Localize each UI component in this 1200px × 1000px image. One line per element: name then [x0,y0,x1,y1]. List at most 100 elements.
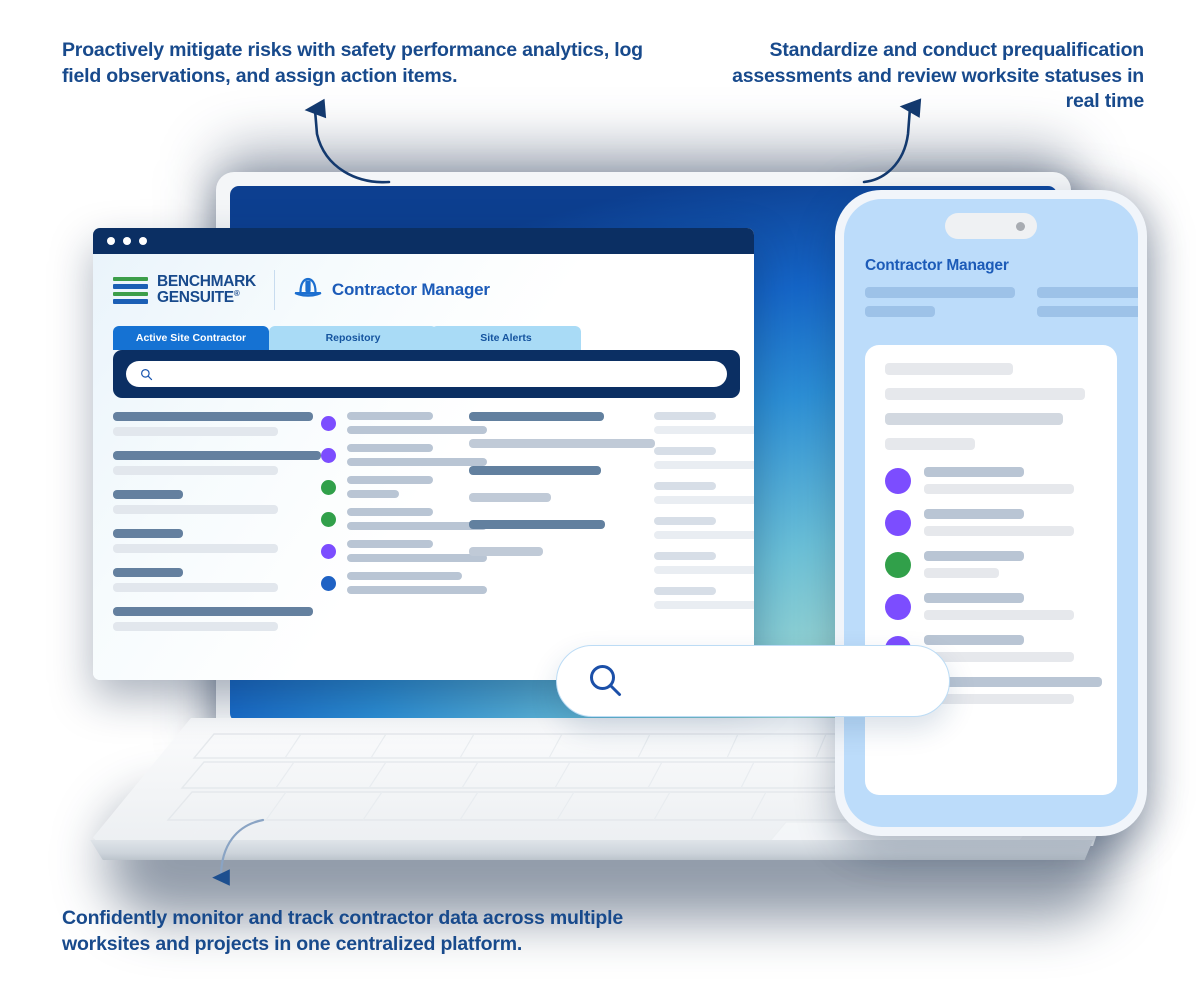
skeleton-bar [654,587,716,595]
table-row [654,447,754,469]
phone-card-skeleton [885,363,1097,450]
caption-bottom-left: Confidently monitor and track contractor… [62,907,623,955]
table-row [321,572,487,594]
maximize-dot-icon[interactable] [139,237,147,245]
phone-content-card [865,345,1117,795]
skeleton-bar [113,583,278,592]
app-header: BENCHMARK GENSUITE® Contractor Manager [93,254,754,326]
table-row [654,587,754,609]
close-dot-icon[interactable] [107,237,115,245]
table-row [113,568,321,592]
skeleton-bar [654,461,754,469]
caption-top-left: Proactively mitigate risks with safety p… [62,39,643,87]
skeleton-bar [347,540,433,548]
table-row [113,451,321,475]
page-title: Contractor Manager [331,280,490,299]
table-row [113,490,321,514]
skeleton-bar [469,520,605,529]
minimize-dot-icon[interactable] [123,237,131,245]
status-dot [321,415,336,431]
skeleton-bar [113,412,313,421]
skeleton-bar [924,484,1074,494]
skeleton-bar [347,572,462,580]
table-row [321,540,487,562]
skeleton-bar [885,413,1063,425]
search-icon [141,368,153,380]
skeleton-bar [469,547,543,556]
skeleton-bar [654,496,754,504]
table-row [654,412,754,434]
table-row [321,412,487,434]
skeleton-bar [347,444,433,452]
search-input[interactable] [126,361,727,387]
skeleton-bar [347,508,433,516]
list-item[interactable] [885,509,1097,536]
phone-page-title: Contractor Manager [865,257,1009,274]
skeleton-bar [924,568,999,578]
skeleton-bar [113,622,278,631]
list-item[interactable] [885,593,1097,620]
logo-wordmark: BENCHMARK GENSUITE® [157,274,256,306]
skeleton-bar [924,551,1024,561]
skeleton-bar [347,522,487,530]
tab-site-alerts[interactable]: Site Alerts [431,326,581,350]
table-row [113,412,321,436]
skeleton-column-name [113,412,321,631]
phone-mockup: Contractor Manager [835,190,1147,836]
skeleton-bar [113,568,183,577]
table-row [654,517,754,539]
phone-header-skeleton [865,287,1138,317]
header-divider [273,270,275,310]
tab-active-site-contractor[interactable]: Active Site Contractor [113,326,269,350]
window-titlebar [93,228,754,254]
skeleton-bar [113,490,183,499]
hard-hat-icon [293,275,323,306]
skeleton-bar [113,427,278,436]
skeleton-bar [113,544,278,553]
skeleton-bar [469,493,551,502]
table-row [654,482,754,504]
skeleton-bar [885,363,1013,375]
skeleton-bar [924,677,1102,687]
caption-top-right: Standardize and conduct prequalification… [732,39,1144,113]
table-row [321,476,469,498]
skeleton-bar [654,482,716,490]
skeleton-bar [654,447,716,455]
skeleton-bar [865,287,1015,298]
skeleton-bar [469,412,604,421]
table-row [321,444,487,466]
logo-line2: GENSUITE® [157,289,240,307]
skeleton-bar [347,476,433,484]
status-dot [321,479,336,495]
status-dot [885,551,911,578]
floating-search-input[interactable] [556,645,950,717]
skeleton-bar [113,466,278,475]
skeleton-bar [347,426,487,434]
status-dot [321,543,336,559]
tab-bar: Active Site Contractor Repository Site A… [93,326,754,350]
skeleton-bar [654,517,716,525]
list-item[interactable] [885,551,1097,578]
skeleton-column-site [469,412,655,631]
status-dot [321,575,336,591]
logo-bars-icon [113,276,148,304]
contractor-skeleton-table [93,398,754,631]
skeleton-bar [1037,306,1138,317]
skeleton-bar [924,593,1024,603]
skeleton-bar [924,467,1024,477]
skeleton-bar [347,458,487,466]
skeleton-bar [469,439,655,448]
skeleton-bar [924,635,1024,645]
camera-dot-icon [1016,221,1025,231]
laptop-front-edge [90,840,1094,860]
skeleton-bar [654,566,754,574]
illustration-stage: BENCHMARK GENSUITE® Contractor Manager A… [0,0,1200,1000]
benchmark-gensuite-logo[interactable]: BENCHMARK GENSUITE® [113,274,256,306]
logo-line1: BENCHMARK [157,272,256,290]
list-item[interactable] [885,467,1097,494]
phone-header-col-right [1037,287,1138,317]
status-dot [885,593,911,620]
skeleton-bar [654,531,754,539]
tab-repository[interactable]: Repository [269,326,437,350]
browser-window: BENCHMARK GENSUITE® Contractor Manager A… [93,228,754,680]
